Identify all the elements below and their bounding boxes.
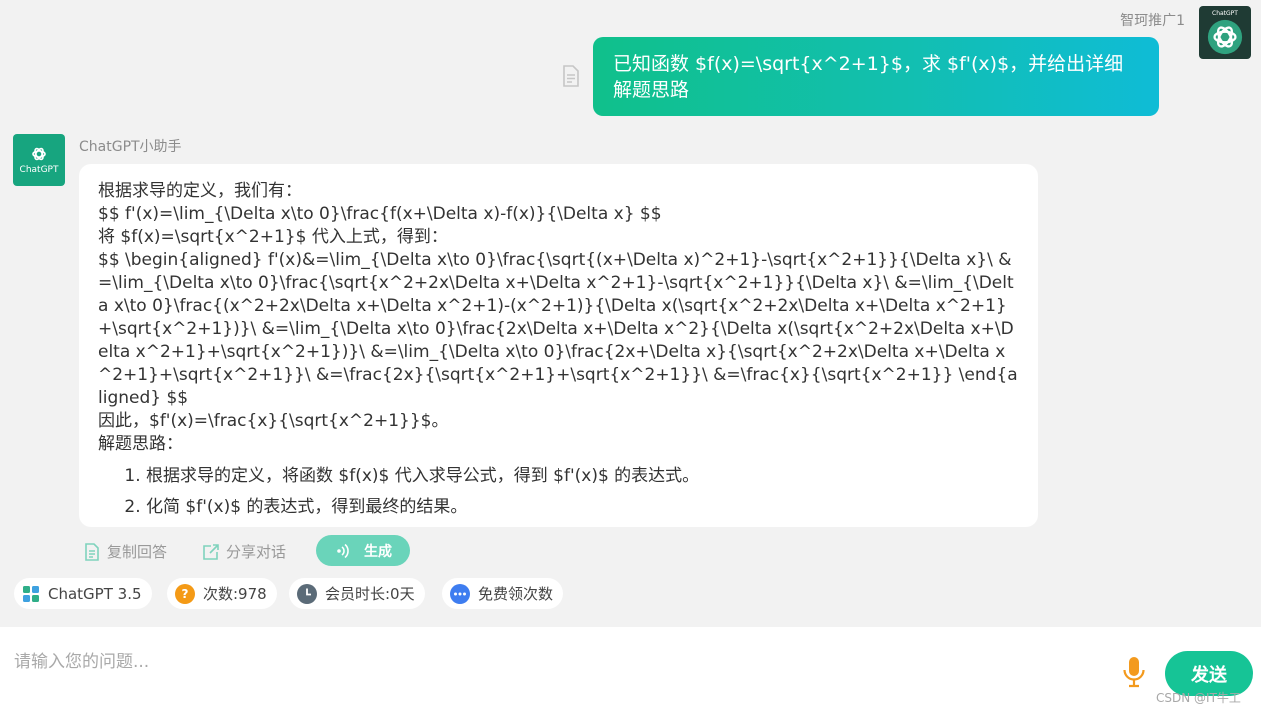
assistant-message-bubble: 根据求导的定义，我们有： $$ f'(x)=\lim_{\Delta x\to … — [79, 164, 1038, 527]
answer-paragraph: 因此，$f'(x)=\frac{x}{\sqrt{x^2+1}}$。 — [98, 411, 449, 431]
watermark: CSDN @IT牛工 — [1156, 691, 1241, 705]
openai-logo-icon — [1207, 19, 1243, 54]
share-conversation-button[interactable]: 分享对话 — [202, 541, 286, 562]
more-dots-icon — [450, 583, 470, 604]
user-avatar: ChatGPT — [1199, 6, 1251, 59]
usage-count-chip[interactable]: ? 次数:978 — [167, 578, 277, 609]
question-circle-icon: ? — [175, 583, 195, 604]
audio-wave-icon — [337, 543, 349, 558]
openai-logo-icon — [32, 147, 46, 160]
assistant-name: ChatGPT小助手 — [79, 139, 182, 155]
copy-answer-button[interactable]: 复制回答 — [83, 541, 167, 562]
user-name: 智珂推广1 — [1120, 13, 1185, 29]
usage-count-label: 次数:978 — [203, 585, 267, 603]
share-icon — [203, 543, 219, 560]
question-input[interactable] — [12, 643, 1106, 681]
microphone-icon[interactable] — [1121, 655, 1147, 693]
membership-chip[interactable]: 会员时长:0天 — [289, 578, 425, 609]
clock-icon — [297, 583, 317, 604]
solution-step: 化简 $f'(x)$ 的表达式，得到最终的结果。 — [146, 492, 1019, 523]
copy-message-icon[interactable] — [561, 65, 581, 91]
user-message-bubble: 已知函数 $f(x)=\sqrt{x^2+1}$，求 $f'(x)$，并给出详细… — [593, 37, 1159, 116]
solution-step: 根据求导的定义，将函数 $f(x)$ 代入求导公式，得到 $f'(x)$ 的表达… — [146, 461, 1019, 492]
assistant-avatar-label: ChatGPT — [19, 164, 59, 175]
answer-paragraph: $$ \begin{aligned} f'(x)&=\lim_{\Delta x… — [98, 250, 1018, 408]
model-selector-chip[interactable]: ChatGPT 3.5 — [14, 578, 152, 609]
share-conversation-label: 分享对话 — [226, 543, 287, 561]
answer-paragraph: $$ f'(x)=\lim_{\Delta x\to 0}\frac{f(x+\… — [98, 204, 662, 224]
membership-label: 会员时长:0天 — [325, 585, 415, 603]
assistant-avatar: ChatGPT — [13, 134, 65, 186]
generate-button[interactable]: 生成 — [316, 535, 410, 566]
generate-label: 生成 — [364, 543, 392, 560]
answer-paragraph: 将 $f(x)=\sqrt{x^2+1}$ 代入上式，得到： — [98, 227, 448, 247]
user-avatar-label: ChatGPT — [1212, 9, 1238, 17]
copy-answer-label: 复制回答 — [107, 543, 168, 561]
answer-paragraph: 解题思路： — [98, 434, 183, 454]
grid-apps-icon — [23, 585, 39, 602]
answer-paragraph: 根据求导的定义，我们有： — [98, 181, 302, 201]
free-credits-chip[interactable]: 免费领次数 — [442, 578, 564, 609]
solution-steps: 根据求导的定义，将函数 $f(x)$ 代入求导公式，得到 $f'(x)$ 的表达… — [98, 461, 1019, 523]
free-credits-label: 免费领次数 — [478, 585, 554, 603]
document-icon — [85, 542, 99, 561]
user-message-text: 已知函数 $f(x)=\sqrt{x^2+1}$，求 $f'(x)$，并给出详细… — [613, 53, 1124, 101]
model-label: ChatGPT 3.5 — [48, 584, 142, 603]
